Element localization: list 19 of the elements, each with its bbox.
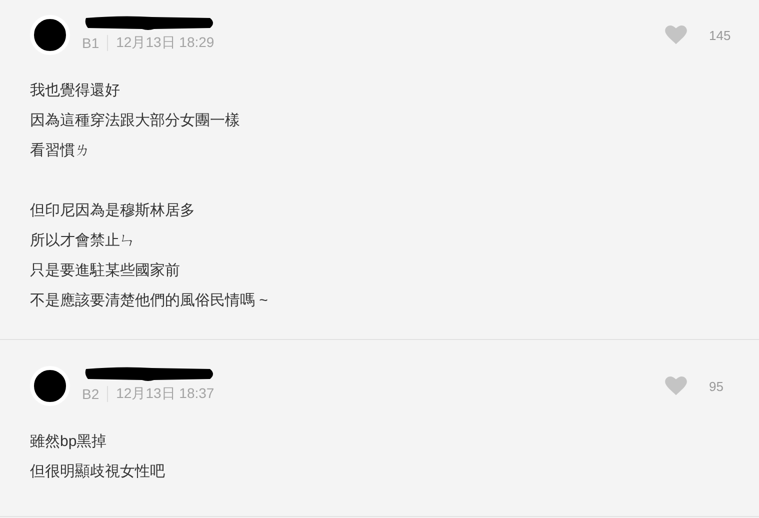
timestamp: 12月13日 18:29 [116, 34, 214, 52]
heart-icon[interactable] [665, 376, 687, 396]
comment-text-line: 我也覺得還好 [30, 81, 121, 101]
like-count: 95 [709, 378, 724, 394]
like-count: 145 [709, 28, 732, 42]
comment-text-line: 所以才會禁止ㄣ [30, 231, 136, 251]
timestamp: 12月13日 18:37 [116, 384, 214, 402]
heart-icon[interactable] [665, 25, 687, 45]
comment-text-line: 不是應該要清楚他們的風俗民情嗎 ~ [30, 291, 269, 311]
comment-text-line: 但很明顯歧視女性吧 [30, 462, 166, 482]
comment-text-line: 雖然bp黑掉 [30, 432, 108, 452]
avatar [30, 366, 70, 406]
floor-number: B2 [82, 386, 100, 402]
comment-text-line: 只是要進駐某些國家前 [30, 261, 181, 281]
floor-number: B1 [82, 34, 100, 50]
comment-text-line: 但印尼因為是穆斯林居多 [30, 201, 196, 221]
comment-text-line: 看習慣ㄌ [30, 141, 91, 161]
avatar [30, 15, 70, 55]
comment-text-line: 因為這種穿法跟大部分女團一樣 [30, 111, 241, 131]
